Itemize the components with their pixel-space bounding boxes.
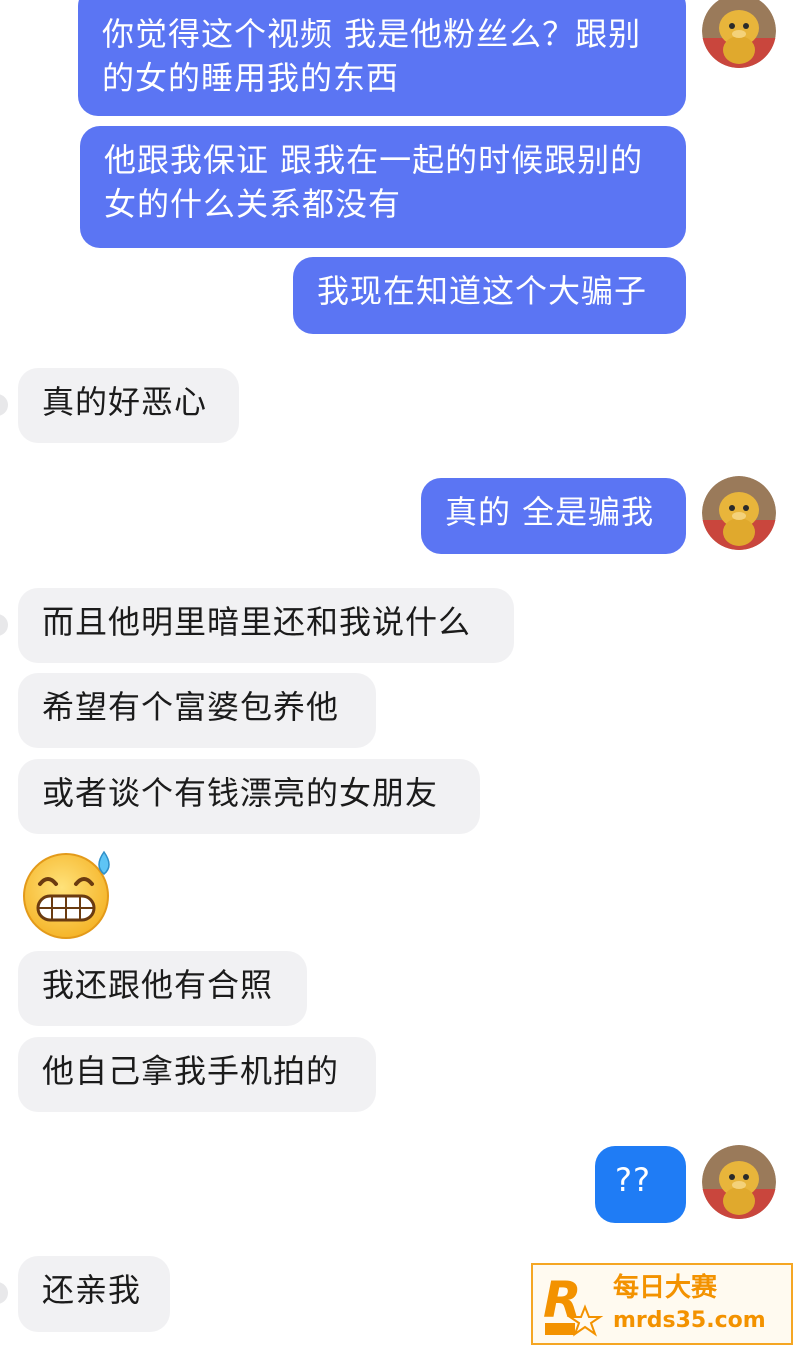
message-bubble-incoming[interactable]: 或者谈个有钱漂亮的女朋友 [18,759,480,834]
message-bubble-outgoing[interactable]: 你觉得这个视频 我是他粉丝么？跟别的女的睡用我的东西 [78,0,686,116]
user-avatar[interactable] [702,476,776,550]
chat-conversation: 你觉得这个视频 我是他粉丝么？跟别的女的睡用我的东西 他跟我保证 跟我在一起的时… [0,0,800,1351]
message-bubble-incoming[interactable]: 他自己拿我手机拍的 [18,1037,376,1112]
message-bubble-incoming[interactable]: 真的好恶心 [18,368,239,443]
watermark-url: mrds35.com [613,1308,766,1333]
message-bubble-outgoing[interactable]: 我现在知道这个大骗子 [293,257,686,334]
grimacing-sweat-emoji[interactable] [18,848,120,940]
user-avatar[interactable] [702,0,776,68]
contact-avatar[interactable] [0,614,8,636]
message-bubble-incoming[interactable]: 还亲我 [18,1256,170,1332]
message-bubble-incoming[interactable]: 而且他明里暗里还和我说什么 [18,588,514,663]
message-bubble-outgoing[interactable]: 真的 全是骗我 [421,478,686,554]
user-avatar[interactable] [702,1145,776,1219]
message-bubble-incoming[interactable]: 我还跟他有合照 [18,951,307,1026]
watermark-badge: R 每日大赛 mrds35.com [531,1263,793,1345]
contact-avatar[interactable] [0,1282,8,1304]
message-bubble-outgoing[interactable]: ?? [595,1146,686,1223]
watermark-logo: R [541,1271,609,1339]
contact-avatar[interactable] [0,394,8,416]
message-bubble-outgoing[interactable]: 他跟我保证 跟我在一起的时候跟别的女的什么关系都没有 [80,126,686,248]
watermark-title: 每日大赛 [613,1273,718,1303]
message-bubble-incoming[interactable]: 希望有个富婆包养他 [18,673,376,748]
